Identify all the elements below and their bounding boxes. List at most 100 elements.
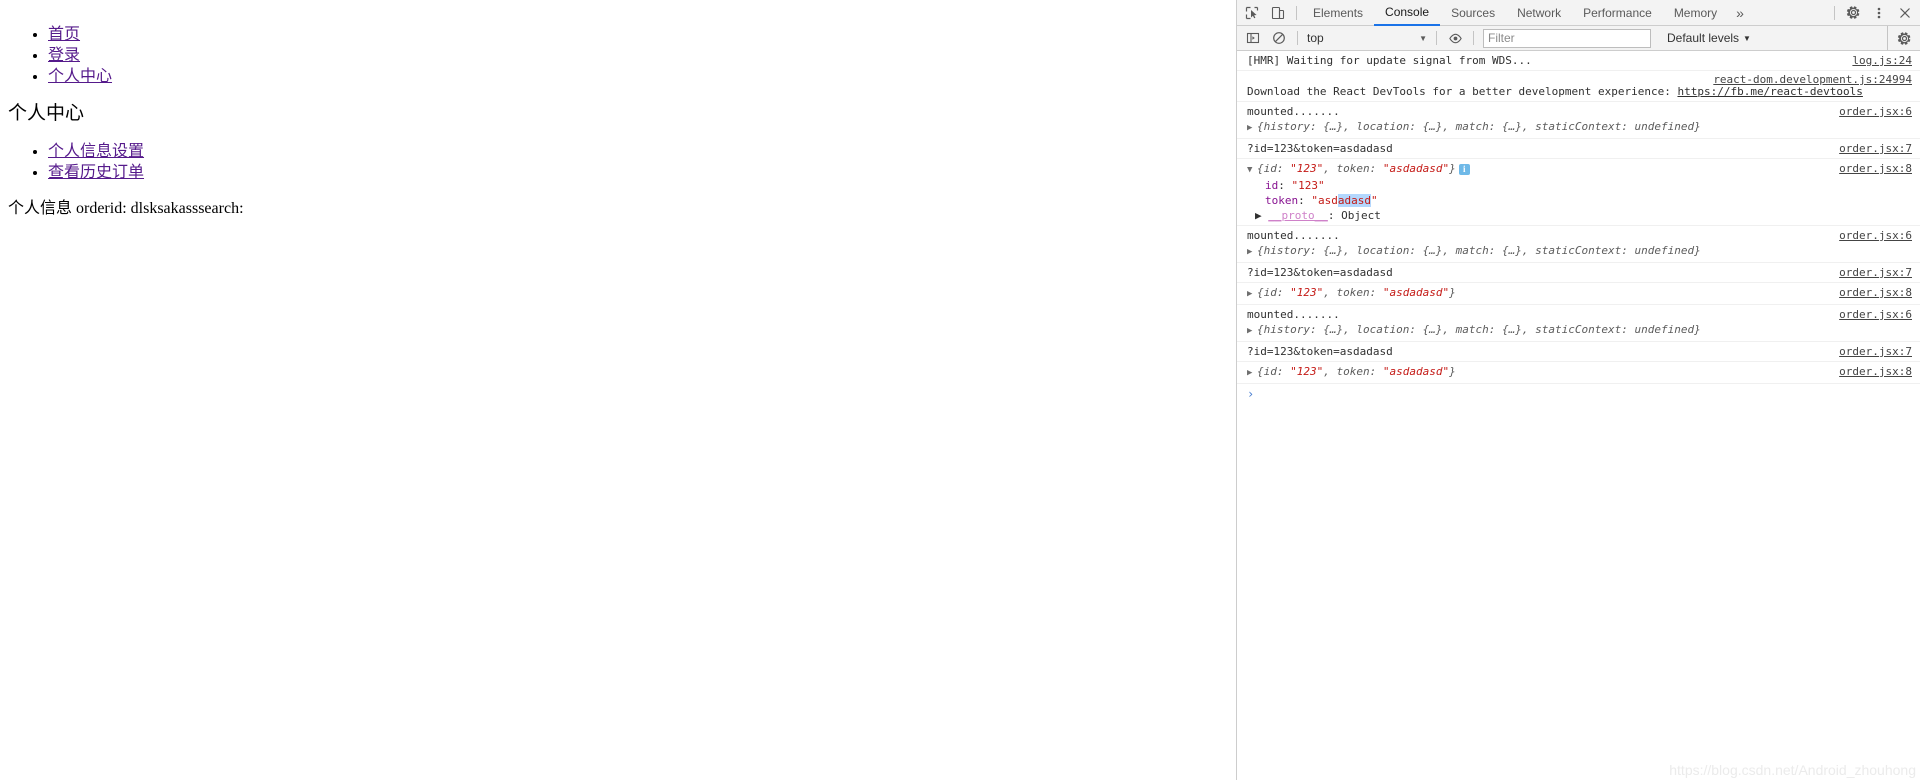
console-message[interactable]: react-dom.development.js:24994 Download … xyxy=(1237,71,1920,102)
object-preview-text: {history: {…}, location: {…}, match: {…}… xyxy=(1257,120,1701,133)
console-message[interactable]: ▶ {id: "123", token: "asdadasd"} order.js… xyxy=(1237,362,1920,384)
tab-performance[interactable]: Performance xyxy=(1572,0,1663,26)
expand-triangle-icon[interactable]: ▶ xyxy=(1247,324,1257,339)
tab-memory[interactable]: Memory xyxy=(1663,0,1728,26)
more-tabs-icon[interactable]: » xyxy=(1728,0,1752,26)
console-source-link[interactable]: order.jsx:8 xyxy=(1839,161,1912,176)
console-message-text: ?id=123&token=asdadasd xyxy=(1247,266,1393,279)
tab-elements[interactable]: Elements xyxy=(1302,0,1374,26)
object-preview-mid: , token: xyxy=(1323,162,1383,175)
console-source-link[interactable]: order.jsx:8 xyxy=(1839,364,1912,379)
toolbar-divider xyxy=(1834,5,1835,20)
expand-triangle-icon[interactable]: ▶ xyxy=(1255,209,1262,222)
gear-icon[interactable] xyxy=(1891,26,1917,50)
object-preview-text: {history: {…}, location: {…}, match: {…}… xyxy=(1257,323,1701,336)
console-message[interactable]: ▶ {id: "123", token: "asdadasd"} order.js… xyxy=(1237,283,1920,305)
console-message[interactable]: mounted....... ▶ {history: {…}, location:… xyxy=(1237,226,1920,263)
console-object-preview[interactable]: ▶ {history: {…}, location: {…}, match: {…… xyxy=(1247,243,1920,260)
console-object-preview[interactable]: ▼ {id: "123", token: "asdadasd"} i xyxy=(1247,161,1920,178)
console-message-text: [HMR] Waiting for update signal from WDS… xyxy=(1247,54,1532,67)
object-preview-token: "asdadasd" xyxy=(1382,162,1450,175)
expand-triangle-icon[interactable]: ▶ xyxy=(1247,366,1257,381)
nav-link-user-center[interactable]: 个人中心 xyxy=(48,68,112,85)
page-content: 首页 登录 个人中心 个人中心 个人信息设置 查看历史订单 个人信息 order… xyxy=(0,0,1236,218)
nav-link-home[interactable]: 首页 xyxy=(48,26,80,43)
expand-triangle-icon[interactable]: ▶ xyxy=(1247,121,1257,136)
page-title: 个人中心 xyxy=(8,103,85,124)
console-message[interactable]: ?id=123&token=asdadasd order.jsx:7 xyxy=(1237,342,1920,362)
devtools-tab-list: Elements Console Sources Network Perform… xyxy=(1302,0,1728,26)
console-source-link[interactable]: order.jsx:6 xyxy=(1839,307,1912,322)
console-source-link[interactable]: react-dom.development.js:24994 xyxy=(1713,72,1912,87)
list-item: 首页 xyxy=(48,24,1228,45)
console-message[interactable]: ?id=123&token=asdadasd order.jsx:7 xyxy=(1237,263,1920,283)
device-toolbar-icon[interactable] xyxy=(1265,1,1291,25)
devtools-tabbar-actions xyxy=(1829,1,1918,25)
nav-list: 首页 登录 个人中心 xyxy=(8,24,1228,87)
proto-value: : Object xyxy=(1327,209,1381,222)
inspect-element-icon[interactable] xyxy=(1239,1,1265,25)
log-levels-select[interactable]: Default levels ▼ xyxy=(1661,29,1757,48)
console-message[interactable]: mounted....... ▶ {history: {…}, location:… xyxy=(1237,305,1920,342)
list-item: 查看历史订单 xyxy=(48,162,1228,183)
close-icon[interactable] xyxy=(1892,1,1918,25)
console-source-link[interactable]: order.jsx:6 xyxy=(1839,228,1912,243)
chevron-down-icon: ▼ xyxy=(1743,33,1751,43)
link-order-history[interactable]: 查看历史订单 xyxy=(48,164,144,181)
object-property-value: "123" xyxy=(1291,179,1325,192)
link-profile-settings[interactable]: 个人信息设置 xyxy=(48,143,144,160)
console-message-text: mounted....... xyxy=(1247,105,1340,118)
console-object-preview[interactable]: ▶ {id: "123", token: "asdadasd"} xyxy=(1247,364,1920,381)
log-levels-label: Default levels xyxy=(1667,31,1740,45)
console-message[interactable]: ?id=123&token=asdadasd order.jsx:7 xyxy=(1237,139,1920,159)
object-property-value-pre: "asd xyxy=(1311,194,1338,207)
message-prefix: Download the React DevTools for a better… xyxy=(1247,85,1678,98)
info-icon[interactable]: i xyxy=(1458,163,1470,175)
web-page-pane: 首页 登录 个人中心 个人中心 个人信息设置 查看历史订单 个人信息 order… xyxy=(0,0,1236,780)
object-property-row[interactable]: token: "asdadasd" xyxy=(1247,193,1920,208)
kebab-menu-icon[interactable] xyxy=(1866,1,1892,25)
tab-console[interactable]: Console xyxy=(1374,0,1441,26)
object-preview-id: "123" xyxy=(1290,162,1324,175)
profile-info-text: 个人信息 orderid: dlsksakasssearch: xyxy=(8,200,244,217)
console-source-link[interactable]: order.jsx:7 xyxy=(1839,141,1912,156)
clear-console-icon[interactable] xyxy=(1266,26,1292,50)
gear-icon[interactable] xyxy=(1840,1,1866,25)
expand-triangle-icon[interactable]: ▶ xyxy=(1247,245,1257,260)
console-message[interactable]: mounted....... ▶ {history: {…}, location:… xyxy=(1237,102,1920,139)
console-source-link[interactable]: order.jsx:8 xyxy=(1839,285,1912,300)
console-prompt[interactable]: › xyxy=(1237,384,1920,405)
live-expression-icon[interactable] xyxy=(1442,26,1468,50)
expand-triangle-icon[interactable]: ▶ xyxy=(1247,287,1257,302)
object-property-key: id xyxy=(1265,179,1279,192)
tab-sources[interactable]: Sources xyxy=(1440,0,1506,26)
object-property-value-post: " xyxy=(1371,194,1378,207)
object-preview-token: "asdadasd" xyxy=(1382,286,1450,299)
console-object-preview[interactable]: ▶ {history: {…}, location: {…}, match: {…… xyxy=(1247,119,1920,136)
collapse-triangle-icon[interactable]: ▼ xyxy=(1247,163,1257,178)
filter-input[interactable] xyxy=(1483,28,1651,48)
console-source-link[interactable]: order.jsx:6 xyxy=(1839,104,1912,119)
toolbar-divider xyxy=(1473,31,1474,45)
console-message[interactable]: [HMR] Waiting for update signal from WDS… xyxy=(1237,51,1920,71)
tab-network[interactable]: Network xyxy=(1506,0,1572,26)
list-item: 登录 xyxy=(48,45,1228,66)
console-message[interactable]: ▼ {id: "123", token: "asdadasd"} i id: "12… xyxy=(1237,159,1920,226)
object-property-key: token xyxy=(1265,194,1299,207)
console-object-preview[interactable]: ▶ {id: "123", token: "asdadasd"} xyxy=(1247,285,1920,302)
object-property-colon: : xyxy=(1298,194,1312,207)
execution-context-select[interactable]: top ▼ xyxy=(1303,29,1431,48)
object-proto-row[interactable]: ▶ __proto__: Object xyxy=(1247,208,1920,223)
console-toolbar-actions xyxy=(1887,26,1917,50)
object-preview-token: "asdadasd" xyxy=(1382,365,1450,378)
list-item: 个人信息设置 xyxy=(48,141,1228,162)
object-preview-prefix: {id: xyxy=(1257,365,1291,378)
object-property-row[interactable]: id: "123" xyxy=(1247,178,1920,193)
console-message-list[interactable]: [HMR] Waiting for update signal from WDS… xyxy=(1237,51,1920,779)
console-source-link[interactable]: order.jsx:7 xyxy=(1839,265,1912,280)
console-source-link[interactable]: log.js:24 xyxy=(1852,53,1912,68)
console-sidebar-icon[interactable] xyxy=(1240,26,1266,50)
nav-link-login[interactable]: 登录 xyxy=(48,47,80,64)
console-object-preview[interactable]: ▶ {history: {…}, location: {…}, match: {…… xyxy=(1247,322,1920,339)
console-source-link[interactable]: order.jsx:7 xyxy=(1839,344,1912,359)
